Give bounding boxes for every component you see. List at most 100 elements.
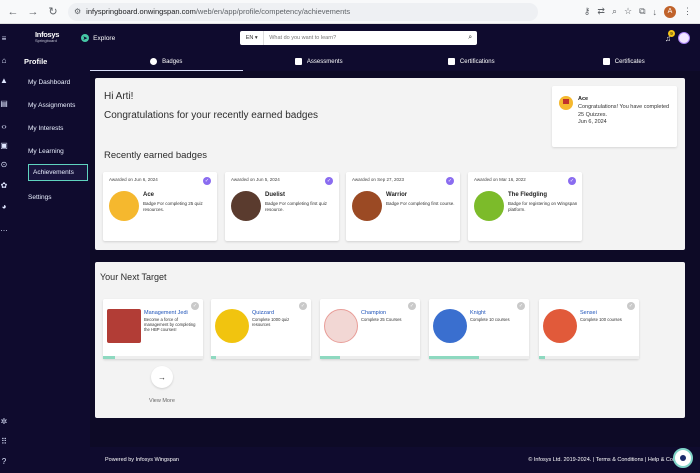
explore-button[interactable]: ➤ Explore (81, 34, 115, 42)
earned-check-icon: ✓ (203, 177, 211, 185)
sidebar-item-my-assignments[interactable]: My Assignments (28, 102, 75, 109)
bookmark-star-icon[interactable]: ☆ (624, 6, 632, 17)
sensei-badge-icon (543, 309, 577, 343)
ace-badge-icon (109, 191, 139, 221)
tab-certifications[interactable]: Certifications (395, 52, 548, 71)
arrow-right-icon: → (158, 372, 166, 382)
code-icon[interactable]: ‹› (0, 122, 8, 131)
notification-title: Ace (578, 96, 589, 102)
reload-icon[interactable]: ↻ (46, 5, 60, 19)
pending-check-icon: ✓ (299, 302, 307, 310)
target-name: Quizzard (252, 310, 275, 316)
progress-fill (320, 356, 340, 359)
more-icon[interactable]: … (0, 224, 8, 233)
tab-badges[interactable]: Badges (90, 52, 243, 71)
recent-badges-list: Awarded on Jun 6, 2024 ✓ Ace Badge For c… (103, 172, 603, 241)
view-more-button[interactable]: → (151, 366, 173, 388)
tab-certificates[interactable]: Certificates (548, 52, 700, 71)
progress-fill (103, 356, 115, 359)
target-progress-bar (103, 356, 203, 359)
apps-grid-icon[interactable]: ⠿ (0, 437, 8, 446)
forward-icon[interactable]: → (26, 5, 40, 19)
management-jedi-badge-icon (107, 309, 141, 343)
menu-icon[interactable]: ≡ (0, 34, 8, 43)
extensions-icon[interactable]: ⧉ (639, 6, 645, 17)
badge-card-the-fledgling[interactable]: Awarded on Mar 16, 2022 ✓ The Fledgling … (468, 172, 582, 241)
pending-check-icon: ✓ (191, 302, 199, 310)
badge-date: Awarded on Mar 16, 2022 (474, 177, 526, 182)
browser-toolbar: ← → ↻ ⚙ infyspringboard.onwingspan.com/w… (0, 0, 700, 24)
powered-by-text: Powered by Infosys Wingspan (105, 457, 179, 463)
target-card-sensei[interactable]: Sensei Complete 100 courses ✓ (539, 299, 639, 359)
home-icon[interactable]: ⌂ (0, 56, 8, 65)
download-icon[interactable]: ↓ (653, 7, 658, 17)
help-rail-icon[interactable]: ◕ (0, 202, 8, 211)
target-progress-bar (320, 356, 420, 359)
infosys-springboard-logo[interactable]: Infosys Springboard (35, 31, 59, 44)
target-card-management-jedi[interactable]: Management Jedi Become a force of manage… (103, 299, 203, 359)
person-icon[interactable]: ▲ (0, 76, 8, 85)
chatbot-launcher-icon[interactable] (673, 448, 693, 468)
target-progress-bar (211, 356, 311, 359)
back-icon[interactable]: ← (6, 5, 20, 19)
page-footer: Powered by Infosys Wingspan © Infosys Lt… (90, 447, 700, 473)
search-bar: EN ▾ ⌕ (240, 31, 478, 45)
target-progress-bar (539, 356, 639, 359)
progress-fill (429, 356, 479, 359)
badge-card-duelist[interactable]: Awarded on Jun 5, 2024 ✓ Duelist Badge F… (225, 172, 339, 241)
target-progress-bar (429, 356, 529, 359)
tab-assessments[interactable]: Assessments (243, 52, 396, 71)
next-target-heading: Your Next Target (100, 272, 167, 282)
assessment-icon (294, 58, 302, 65)
quizzard-badge-icon (215, 309, 249, 343)
sidebar-item-my-interests[interactable]: My Interests (28, 125, 63, 132)
badge-card-ace[interactable]: Awarded on Jun 6, 2024 ✓ Ace Badge For c… (103, 172, 217, 241)
assignment-icon[interactable]: ▤ (0, 99, 8, 108)
sidebar-item-my-learning[interactable]: My Learning (28, 148, 64, 155)
address-bar[interactable]: ⚙ infyspringboard.onwingspan.com/web/en/… (68, 2, 538, 21)
password-key-icon[interactable]: ⚷ (584, 6, 591, 17)
greeting-title: Hi Arti! (104, 91, 134, 102)
target-icon[interactable]: ⊙ (0, 160, 8, 169)
notification-bell-icon[interactable]: ♫ 9 (665, 29, 675, 43)
browser-menu-icon[interactable]: ⋮ (683, 6, 692, 17)
translate-icon[interactable]: ⇄ (597, 6, 605, 17)
view-more-label[interactable]: View More (149, 398, 175, 404)
search-icon[interactable]: ⌕ (463, 34, 477, 42)
settings-bottom-icon[interactable]: ✲ (0, 417, 8, 426)
browser-profile-avatar[interactable]: A (664, 5, 676, 18)
notification-count-badge: 9 (668, 29, 675, 37)
footer-links[interactable]: © Infosys Ltd. 2019-2024. | Terms & Cond… (528, 457, 676, 463)
site-info-icon[interactable]: ⚙ (74, 7, 81, 16)
document-icon[interactable]: ▣ (0, 141, 8, 150)
language-select[interactable]: EN ▾ (240, 31, 265, 45)
notification-message: Congratulations! You have completed 25 Q… (578, 104, 670, 125)
sidebar-item-achievements[interactable]: Achievements (28, 164, 88, 181)
progress-fill (539, 356, 545, 359)
sidebar-item-settings[interactable]: Settings (28, 194, 52, 201)
target-card-quizzard[interactable]: Quizzard Complete 1000 quiz resources ✓ (211, 299, 311, 359)
pending-check-icon: ✓ (517, 302, 525, 310)
warrior-badge-icon (352, 191, 382, 221)
achievement-tabs: Badges Assessments Certifications Certif… (90, 52, 700, 71)
latest-badge-notification: Ace Congratulations! You have completed … (552, 86, 677, 147)
target-description: Complete 25 Courses (361, 317, 402, 322)
target-description: Become a force of management by completi… (144, 317, 196, 333)
target-card-knight[interactable]: Knight Complete 10 courses ✓ (429, 299, 529, 359)
zoom-icon[interactable]: ⌕ (612, 6, 617, 17)
badge-icon (150, 58, 158, 65)
pending-check-icon: ✓ (627, 302, 635, 310)
search-input[interactable] (264, 35, 464, 41)
user-avatar[interactable] (678, 32, 690, 44)
badge-description: Badge For completing first course. (386, 201, 455, 206)
badge-name: Ace (143, 192, 155, 198)
target-card-champion[interactable]: Champion Complete 25 Courses ✓ (320, 299, 420, 359)
sidebar-item-my-dashboard[interactable]: My Dashboard (28, 79, 70, 86)
badge-card-warrior[interactable]: Awarded on Sep 27, 2023 ✓ Warrior Badge … (346, 172, 460, 241)
certification-icon (447, 58, 455, 65)
profile-sidebar: Profile My Dashboard My Assignments My I… (8, 52, 90, 473)
help-bottom-icon[interactable]: ? (0, 457, 8, 466)
settings-rail-icon[interactable]: ✿ (0, 181, 8, 190)
fledgling-badge-icon (474, 191, 504, 221)
earned-check-icon: ✓ (446, 177, 454, 185)
